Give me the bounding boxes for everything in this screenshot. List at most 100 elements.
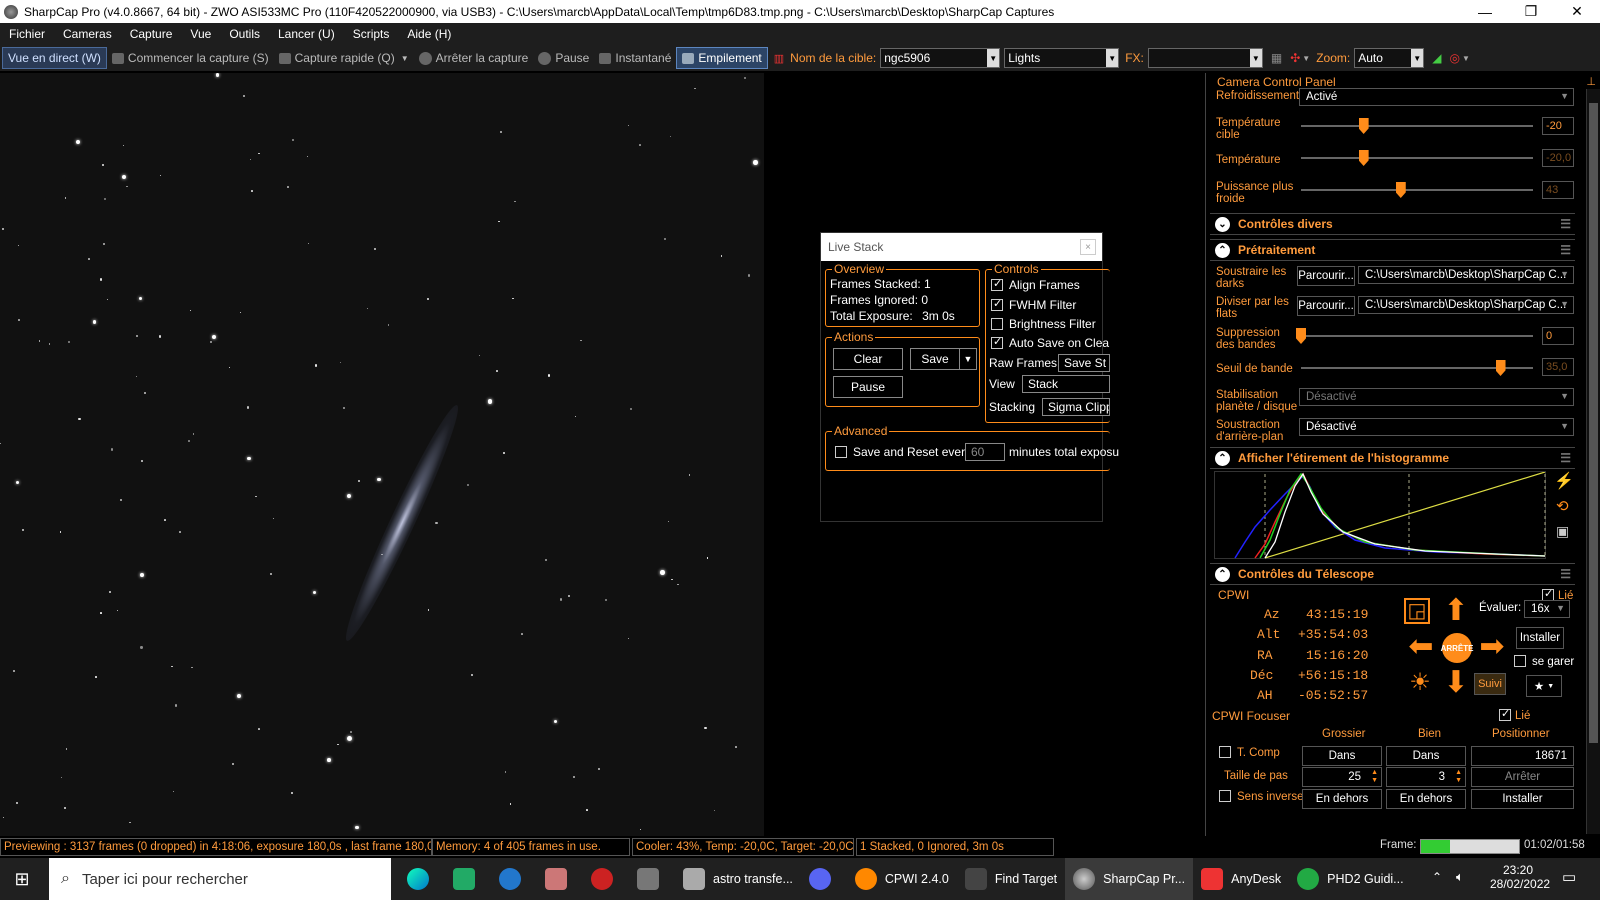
save-button[interactable]: Save bbox=[910, 348, 960, 370]
arrow-left-icon[interactable]: ⬅ bbox=[1405, 631, 1437, 663]
scrollbar-thumb[interactable] bbox=[1589, 103, 1598, 743]
focuser-stop-button[interactable]: Arrêter bbox=[1471, 767, 1574, 787]
stop-mount-button[interactable]: ARRÊTE bbox=[1441, 633, 1473, 663]
stacking-select[interactable]: Sigma Clipp bbox=[1042, 398, 1110, 416]
menu-scripts[interactable]: Scripts bbox=[344, 27, 399, 41]
align-frames-row[interactable]: Align Frames bbox=[991, 277, 1080, 292]
save-icon[interactable]: ▣ bbox=[1556, 523, 1569, 540]
park-row[interactable]: se garer bbox=[1514, 655, 1574, 668]
arrow-up-icon[interactable]: ⬆ bbox=[1440, 595, 1472, 627]
maximize-button[interactable]: ❐ bbox=[1508, 0, 1554, 23]
auto-save-checkbox[interactable] bbox=[991, 335, 1003, 349]
star-app-taskbar-icon[interactable] bbox=[629, 858, 675, 900]
view-select[interactable]: Stack bbox=[1022, 375, 1110, 393]
pin-icon[interactable]: ⊥ bbox=[1586, 75, 1596, 88]
background-sub-select[interactable]: Désactivé ▼ bbox=[1299, 418, 1574, 436]
focuser-install-button[interactable]: Installer bbox=[1471, 789, 1574, 809]
stop-capture-button[interactable]: Arrêter la capture bbox=[414, 47, 534, 69]
live-image-view[interactable] bbox=[0, 73, 764, 836]
stepper-icon[interactable]: ▲ ▼ bbox=[1371, 769, 1378, 785]
menu-vue[interactable]: Vue bbox=[181, 27, 220, 41]
histogram-icon[interactable]: ◢ bbox=[1432, 51, 1441, 65]
flats-browse-button[interactable]: Parcourir... bbox=[1297, 296, 1355, 316]
target-temp-input[interactable]: -20 bbox=[1542, 117, 1574, 135]
chevron-down-icon[interactable]: ▼ bbox=[401, 54, 409, 63]
misc-controls-header[interactable]: ⌄ Contrôles divers ☰ bbox=[1210, 213, 1575, 235]
chevron-down-icon[interactable]: ▼ bbox=[1249, 49, 1262, 67]
auto-save-row[interactable]: Auto Save on Clea bbox=[991, 335, 1109, 350]
frame-type-select[interactable]: Lights ▼ bbox=[1004, 48, 1120, 68]
cooling-select[interactable]: Activé ▼ bbox=[1299, 88, 1574, 106]
flats-file-select[interactable]: C:\Users\marcb\Desktop\SharpCap C... ▼ bbox=[1358, 296, 1574, 314]
star-select-button[interactable]: ★ ▼ bbox=[1526, 675, 1562, 697]
taskbar-app-cpwi[interactable]: CPWI 2.4.0 bbox=[847, 858, 957, 900]
brightness-filter-checkbox[interactable] bbox=[991, 318, 1003, 330]
chevron-down-icon[interactable]: ▼ bbox=[1106, 49, 1119, 67]
coarse-out-button[interactable]: En dehors bbox=[1302, 789, 1382, 809]
taskbar-app-phd2[interactable]: PHD2 Guidi... bbox=[1289, 858, 1411, 900]
taskbar-app-sharpcap[interactable]: SharpCap Pr... bbox=[1065, 858, 1194, 900]
coarse-step-input[interactable]: 25 ▲ ▼ bbox=[1302, 767, 1382, 787]
darks-file-select[interactable]: C:\Users\marcb\Desktop\SharpCap C... ▼ bbox=[1358, 266, 1574, 284]
grid-icon[interactable]: ▦ bbox=[1271, 51, 1282, 65]
menu-icon[interactable]: ☰ bbox=[1560, 451, 1571, 465]
fine-in-button[interactable]: Dans bbox=[1386, 746, 1466, 766]
chevron-up-icon[interactable]: ⌃ bbox=[1432, 870, 1442, 884]
fine-step-input[interactable]: 3 ▲ ▼ bbox=[1386, 767, 1466, 787]
darks-browse-button[interactable]: Parcourir... bbox=[1297, 266, 1355, 286]
save-reset-row[interactable]: Save and Reset every bbox=[835, 445, 971, 459]
focuser-position-input[interactable]: 18671 bbox=[1471, 746, 1574, 766]
menu-outils[interactable]: Outils bbox=[220, 27, 269, 41]
target-name-input[interactable]: ngc5906 ▼ bbox=[880, 48, 1001, 68]
ccleaner-taskbar-icon[interactable] bbox=[491, 858, 537, 900]
taskbar-search-box[interactable]: ⌕ Taper ici pour rechercher bbox=[49, 858, 391, 900]
brightness-filter-row[interactable]: Brightness Filter bbox=[991, 317, 1096, 331]
minimize-button[interactable]: — bbox=[1462, 0, 1508, 23]
panel-scrollbar[interactable] bbox=[1586, 89, 1600, 834]
clear-button[interactable]: Clear bbox=[833, 348, 903, 370]
lightning-icon[interactable]: ⚡ bbox=[1554, 471, 1574, 491]
quick-capture-button[interactable]: Capture rapide (Q) ▼ bbox=[274, 47, 414, 69]
arrow-right-icon[interactable]: ➡ bbox=[1476, 631, 1508, 663]
chevron-down-icon[interactable]: ▼ bbox=[1411, 49, 1424, 67]
coarse-in-button[interactable]: Dans bbox=[1302, 746, 1382, 766]
preprocessing-header[interactable]: ⌃ Prétraitement ☰ bbox=[1210, 239, 1575, 261]
snapshot-button[interactable]: Instantané bbox=[594, 47, 676, 69]
chevron-up-icon[interactable]: ⌃ bbox=[1215, 450, 1230, 466]
park-checkbox[interactable] bbox=[1514, 655, 1526, 667]
banding-knob[interactable] bbox=[1296, 328, 1306, 344]
menu-lancer[interactable]: Lancer (U) bbox=[269, 27, 344, 41]
rate-select[interactable]: 16x ▼ bbox=[1524, 600, 1570, 618]
band-threshold-slider[interactable] bbox=[1301, 360, 1533, 376]
menu-icon[interactable]: ☰ bbox=[1560, 567, 1571, 581]
chevron-down-icon[interactable]: ▼ bbox=[1462, 54, 1470, 63]
raw-frames-select[interactable]: Save St bbox=[1058, 354, 1110, 372]
close-icon[interactable]: × bbox=[1080, 239, 1096, 255]
discord-taskbar-icon[interactable] bbox=[801, 858, 847, 900]
taskbar-app-find-target[interactable]: Find Target bbox=[957, 858, 1065, 900]
focuser-linked-row[interactable]: Lié bbox=[1499, 707, 1530, 722]
tcomp-checkbox[interactable] bbox=[1219, 746, 1231, 758]
banding-input[interactable]: 0 bbox=[1542, 327, 1574, 345]
stepper-icon[interactable]: ▲ ▼ bbox=[1455, 769, 1462, 785]
arrow-down-icon[interactable]: ⬇ bbox=[1440, 667, 1472, 699]
pause-stack-button[interactable]: Pause bbox=[833, 376, 903, 398]
live-view-button[interactable]: Vue en direct (W) bbox=[2, 47, 107, 69]
app-taskbar-icon[interactable] bbox=[445, 858, 491, 900]
align-frames-checkbox[interactable] bbox=[991, 277, 1003, 291]
menu-aide[interactable]: Aide (H) bbox=[398, 27, 460, 41]
save-dropdown-button[interactable]: ▼ bbox=[959, 348, 977, 370]
chevron-down-icon[interactable]: ▼ bbox=[987, 49, 1000, 67]
edge-taskbar-icon[interactable] bbox=[391, 858, 445, 900]
menu-icon[interactable]: ☰ bbox=[1560, 243, 1571, 257]
speaker-icon[interactable]: 🔈︎ bbox=[1456, 869, 1464, 885]
taskbar-app-astro[interactable]: astro transfe... bbox=[675, 858, 801, 900]
reverse-checkbox[interactable] bbox=[1219, 790, 1231, 802]
histogram-chart[interactable] bbox=[1214, 471, 1546, 559]
windows-start-icon[interactable]: ⊞ bbox=[0, 869, 44, 890]
mount-install-button[interactable]: Installer bbox=[1516, 627, 1564, 649]
band-threshold-knob[interactable] bbox=[1495, 360, 1506, 376]
fwhm-filter-row[interactable]: FWHM Filter bbox=[991, 297, 1076, 312]
stabilization-select[interactable]: Désactivé ▼ bbox=[1299, 388, 1574, 406]
menu-cameras[interactable]: Cameras bbox=[54, 27, 121, 41]
